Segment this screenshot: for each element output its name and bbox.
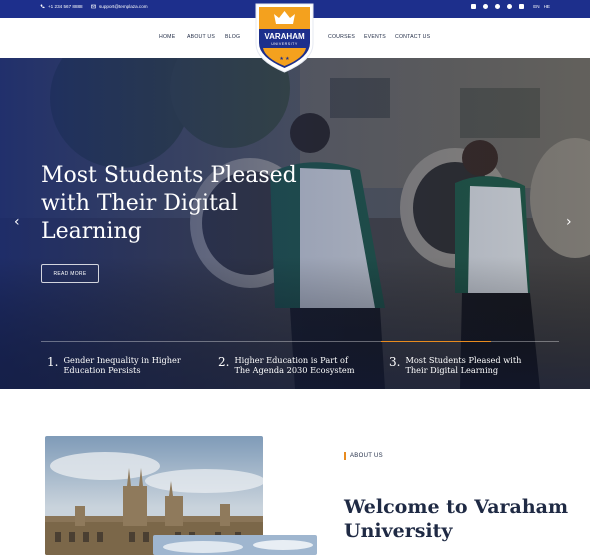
slide-progress-line — [41, 341, 559, 342]
nav-events[interactable]: EVENTS — [364, 34, 386, 40]
mail-icon — [91, 4, 96, 9]
slide-thumb-2[interactable]: 2. Higher Education is Part of The Agend… — [218, 355, 364, 375]
lang-en[interactable]: EN — [533, 4, 539, 9]
hero-slider: Most Students Pleased with Their Digital… — [0, 58, 590, 389]
about-us-label-text: ABOUT US — [350, 453, 383, 459]
slide-thumb-1[interactable]: 1. Gender Inequality in Higher Education… — [47, 355, 193, 375]
slide-thumb-3[interactable]: 3. Most Students Pleased with Their Digi… — [389, 355, 535, 375]
youtube-icon[interactable] — [519, 4, 524, 9]
prev-slide-arrow-icon[interactable]: ‹ — [14, 214, 20, 230]
lang-he[interactable]: HE — [544, 4, 550, 9]
email-address: support@templaza.com — [99, 4, 148, 9]
github-icon[interactable] — [495, 4, 500, 9]
email-contact[interactable]: support@templaza.com — [91, 4, 148, 9]
social-links — [471, 4, 524, 9]
nav-home[interactable]: HOME — [159, 34, 175, 40]
facebook-icon[interactable] — [471, 4, 476, 9]
accent-bar — [344, 452, 346, 460]
read-more-button[interactable]: READ MORE — [41, 264, 99, 283]
slide-number: 2. — [218, 355, 230, 369]
slide-title: Gender Inequality in Higher Education Pe… — [63, 355, 181, 375]
nav-courses[interactable]: COURSES — [328, 34, 355, 40]
slide-number: 3. — [389, 355, 401, 369]
star-icon: ★ ★ — [279, 56, 290, 62]
campus-photo-secondary — [153, 535, 317, 555]
logo-subtitle: UNIVERSITY — [271, 42, 298, 46]
slide-title: Most Students Pleased with Their Digital… — [405, 355, 522, 375]
nav-blog[interactable]: BLOG — [225, 34, 240, 40]
phone-number: +1 234 567 8888 — [48, 4, 83, 9]
nav-contact-us[interactable]: CONTACT US — [395, 34, 430, 40]
logo-name: VARAHAM — [264, 32, 305, 41]
hero-title: Most Students Pleased with Their Digital… — [41, 163, 297, 244]
phone-contact[interactable]: +1 234 567 8888 — [40, 4, 83, 9]
next-slide-arrow-icon[interactable]: › — [566, 214, 572, 230]
about-us-label: ABOUT US — [344, 452, 383, 460]
slide-number: 1. — [47, 355, 59, 369]
dribbble-icon[interactable] — [507, 4, 512, 9]
phone-icon — [40, 4, 45, 9]
nav-about-us[interactable]: ABOUT US — [187, 34, 215, 40]
twitter-icon[interactable] — [483, 4, 488, 9]
slide-progress-accent — [381, 341, 491, 342]
university-logo[interactable]: VARAHAM UNIVERSITY ★ ★ — [254, 2, 315, 74]
language-switcher: EN HE — [533, 4, 550, 9]
slide-title: Higher Education is Part of The Agenda 2… — [234, 355, 355, 375]
about-title: Welcome to Varaham University — [344, 496, 569, 542]
